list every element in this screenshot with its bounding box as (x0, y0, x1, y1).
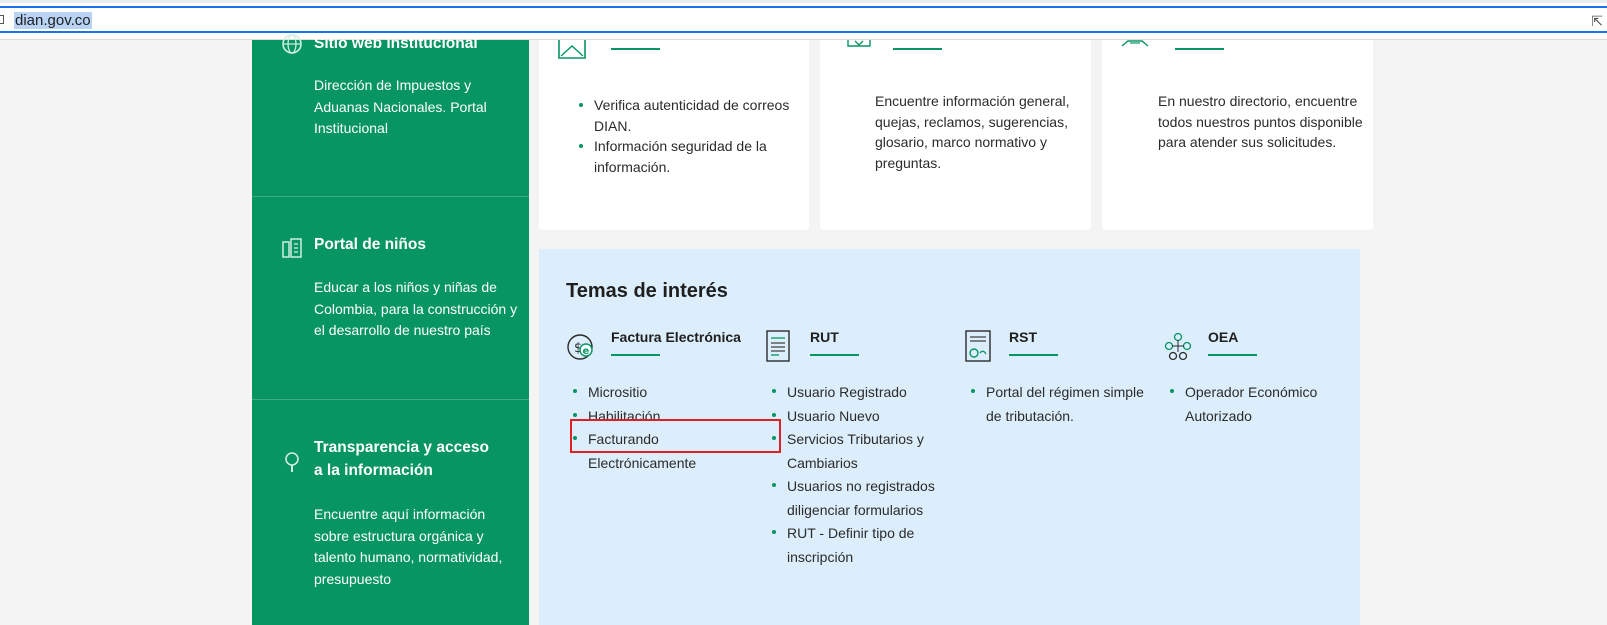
document-icon (766, 330, 790, 362)
card-help-description: Encuentre información general, quejas, r… (875, 93, 1070, 171)
network-icon (1164, 332, 1192, 361)
help-icon (847, 40, 871, 47)
tema-title[interactable]: RUT (810, 329, 839, 345)
magnifier-icon (285, 452, 299, 472)
card-security[interactable]: Verifica autenticidad de correos DIAN. I… (539, 40, 809, 230)
tema-list: Portal del régimen simple de tributación… (971, 381, 1161, 428)
tema-title[interactable]: OEA (1208, 329, 1238, 345)
list-item[interactable]: Información seguridad de la información. (579, 136, 804, 177)
sidebar: Sitio web institucional Dirección de Imp… (252, 34, 529, 625)
sidebar-title: Sitio web institucional (314, 35, 478, 52)
address-bar[interactable]: dian.gov.co ⇱ (0, 6, 1607, 33)
card-underline (893, 48, 942, 50)
list-item[interactable]: Usuario Registrado (772, 381, 942, 405)
list-item[interactable]: RUT - Definir tipo de inscripción (772, 522, 942, 569)
browser-toolbar: dian.gov.co ⇱ (0, 0, 1607, 40)
tema-underline (1208, 354, 1257, 356)
globe-icon (282, 34, 302, 54)
url-text[interactable]: dian.gov.co (14, 12, 92, 29)
lock-icon[interactable] (0, 15, 4, 24)
sidebar-description: Educar a los niños y niñas de Colombia, … (314, 279, 518, 338)
directory-icon (1121, 40, 1149, 47)
tema-list: Usuario Registrado Usuario Nuevo Servici… (772, 381, 942, 569)
sidebar-item-portal-ninos[interactable]: Portal de niños Educar a los niños y niñ… (252, 197, 529, 400)
sidebar-title-line1: Transparencia y acceso (314, 439, 489, 456)
sidebar-description: Dirección de Impuestos y Aduanas Naciona… (314, 77, 487, 136)
list-item-micrositio[interactable]: Micrositio (573, 381, 766, 405)
sidebar-description: Encuentre aquí información sobre estruct… (314, 506, 503, 587)
list-item[interactable]: Verifica autenticidad de correos DIAN. (579, 95, 804, 136)
tema-underline (810, 354, 859, 356)
card-underline (611, 48, 660, 50)
email-shield-icon (558, 40, 586, 59)
sidebar-title: Transparencia y acceso a la información (314, 436, 514, 482)
section-title: Temas de interés (566, 280, 728, 302)
tema-title[interactable]: Factura Electrónica (611, 329, 741, 345)
sidebar-item-transparencia[interactable]: Transparencia y acceso a la información … (252, 400, 529, 625)
highlight-box (570, 419, 781, 453)
card-help[interactable]: Encuentre información general, quejas, r… (820, 40, 1091, 230)
tab-strip (0, 0, 1607, 3)
share-icon[interactable]: ⇱ (1591, 13, 1603, 30)
sidebar-title: Portal de niños (314, 236, 426, 253)
card-underline (1175, 48, 1224, 50)
tema-underline (611, 354, 660, 356)
kids-portal-icon (282, 238, 302, 258)
sidebar-item-sitio-web[interactable]: Sitio web institucional Dirección de Imp… (252, 34, 529, 197)
list-item[interactable]: Usuario Nuevo (772, 405, 942, 429)
certificate-icon (965, 330, 991, 362)
tema-list: Operador Económico Autorizado (1170, 381, 1340, 428)
invoice-icon: $ e (567, 334, 593, 360)
card-directory[interactable]: En nuestro directorio, encuentre todos n… (1102, 40, 1373, 230)
tema-title[interactable]: RST (1009, 329, 1037, 345)
list-item[interactable]: Servicios Tributarios y Cambiarios (772, 428, 942, 475)
list-item[interactable]: Operador Económico Autorizado (1170, 381, 1340, 428)
tema-underline (1009, 354, 1058, 356)
card-directory-description: En nuestro directorio, encuentre todos n… (1158, 93, 1363, 150)
sidebar-title-line2: a la información (314, 462, 433, 479)
svg-text:e: e (583, 346, 590, 357)
list-item[interactable]: Portal del régimen simple de tributación… (971, 381, 1161, 428)
list-item[interactable]: Usuarios no registrados diligenciar form… (772, 475, 942, 522)
card-security-list: Verifica autenticidad de correos DIAN. I… (579, 95, 804, 177)
